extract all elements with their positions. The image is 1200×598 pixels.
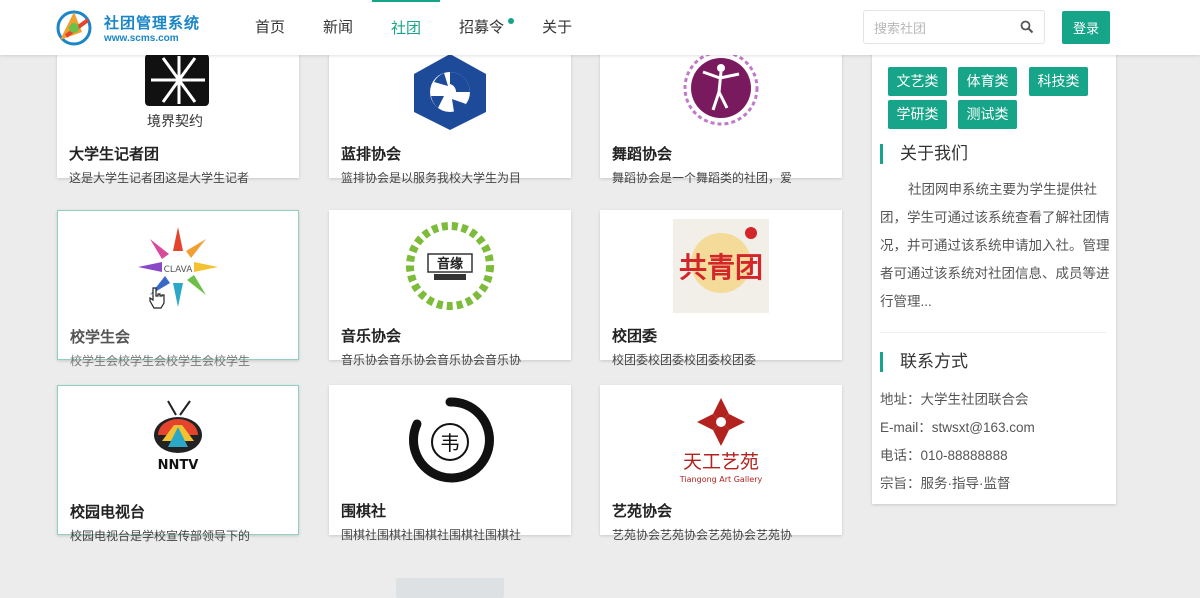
nav-recruit[interactable]: 招募令: [440, 0, 523, 55]
club-desc: 艺苑协会艺苑协会艺苑协会艺苑协: [612, 528, 793, 542]
contact-address: 地址：大学生社团联合会: [880, 392, 1029, 407]
gongqingtuan-text: 共青团: [679, 251, 763, 284]
clava-text: CLAVA: [164, 265, 194, 275]
club-logo: [329, 52, 571, 132]
club-name: 大学生记者团: [69, 146, 160, 163]
club-desc: 围棋社围棋社围棋社围棋社围棋社: [341, 528, 522, 542]
club-name: 艺苑协会: [612, 503, 673, 520]
category-tag[interactable]: 测试类: [958, 100, 1017, 129]
club-card[interactable]: 共青团 校团委 校团委校团委校团委校团委: [600, 210, 842, 367]
dancer-logo-icon: [683, 50, 759, 126]
club-logo: 共青团: [600, 216, 842, 316]
club-logo: CLAVA: [58, 217, 298, 317]
divider: [880, 332, 1106, 333]
club-card[interactable]: NNTV 校园电视台 校园电视台是学校宣传部领导下的: [57, 385, 299, 543]
club-desc: 校学生会校学生会校学生会校学生: [70, 354, 251, 368]
club-logo: 音缘: [329, 216, 571, 316]
logo-title: 社团管理系统: [104, 15, 201, 32]
club-card[interactable]: 音缘 音乐协会 音乐协会音乐协会音乐协会音乐协: [329, 210, 571, 367]
tiangong-subtext: Tiangong Art Gallery: [679, 475, 763, 484]
contact-title: 联系方式: [880, 352, 968, 372]
main-nav: 首页 新闻 社团 招募令 关于: [236, 0, 591, 55]
category-tag[interactable]: 科技类: [1029, 67, 1088, 96]
weiqi-text: 韦: [440, 431, 460, 455]
nav-home[interactable]: 首页: [236, 0, 304, 55]
nav-news[interactable]: 新闻: [304, 0, 372, 55]
club-desc: 校园电视台是学校宣传部领导下的: [70, 529, 251, 543]
contact-email: E-mail：stwsxt@163.com: [880, 420, 1035, 435]
nntv-logo-icon: NNTV: [154, 400, 202, 473]
nav-about[interactable]: 关于: [523, 0, 591, 55]
club-name: 围棋社: [341, 503, 387, 520]
category-tag[interactable]: 文艺类: [888, 67, 947, 96]
volleyball-logo-icon: [414, 54, 486, 130]
nav-clubs[interactable]: 社团: [372, 0, 441, 57]
top-navbar: 社团管理系统 www.scms.com 首页 新闻 社团 招募令 关于 登录: [0, 0, 1200, 55]
club-name: 音乐协会: [341, 328, 402, 345]
nntv-text: NNTV: [158, 458, 199, 473]
club-card[interactable]: CLAVA 校学生会 校学生会校学生会校学生会校学生: [57, 210, 299, 368]
club-desc: 舞蹈协会是一个舞蹈类的社团，爱: [612, 171, 793, 185]
club-logo: NNTV: [58, 392, 298, 492]
contact-phone: 电话：010-88888888: [880, 448, 1008, 463]
club-logo: [600, 48, 842, 132]
tiangong-art-logo-icon: 天工艺苑 Tiangong Art Gallery: [679, 398, 763, 484]
notification-dot: [508, 18, 515, 24]
club-logo: 天工艺苑 Tiangong Art Gallery: [600, 391, 842, 491]
club-desc: 这是大学生记者团这是大学生记者: [69, 171, 250, 185]
club-name: 舞蹈协会: [612, 146, 673, 163]
club-desc: 篮排协会是以服务我校大学生为目: [341, 171, 522, 185]
search-input[interactable]: [872, 17, 1016, 39]
club-card[interactable]: 韦 围棋社 围棋社围棋社围棋社围棋社围棋社: [329, 385, 571, 542]
site-logo[interactable]: 社团管理系统 www.scms.com: [52, 6, 212, 50]
about-title: 关于我们: [880, 144, 968, 164]
tiangong-text: 天工艺苑: [683, 451, 759, 473]
category-tag[interactable]: 体育类: [958, 67, 1017, 96]
category-tag[interactable]: 学研类: [888, 100, 947, 129]
clava-sunburst-logo-icon: CLAVA: [138, 227, 218, 307]
login-button[interactable]: 登录: [1062, 11, 1110, 44]
club-name: 校团委: [612, 328, 658, 345]
sidebar: 文艺类 体育类 科技类 学研类 测试类 关于我们 社团网申系统主要为学生提供社团…: [872, 24, 1116, 504]
search-box: [863, 10, 1045, 44]
club-card[interactable]: 天工艺苑 Tiangong Art Gallery 艺苑协会 艺苑协会艺苑协会艺…: [600, 385, 842, 542]
weiqi-brush-logo-icon: 韦: [409, 397, 494, 483]
club-name: 校学生会: [70, 329, 131, 346]
nav-recruit-label: 招募令: [459, 19, 505, 36]
club-desc: 音乐协会音乐协会音乐协会音乐协: [341, 353, 522, 367]
music-wreath-logo-icon: 音缘: [406, 222, 494, 310]
search-icon[interactable]: [1020, 20, 1034, 34]
club-logo-text: 境界契约: [147, 113, 203, 129]
club-name: 校园电视台: [70, 504, 146, 521]
club-desc: 校团委校团委校团委校团委: [612, 353, 757, 367]
about-text: 社团网申系统主要为学生提供社团，学生可通过该系统查看了解社团情况，并可通过该系统…: [880, 182, 1110, 309]
logo-mark-icon: [56, 10, 92, 46]
yinyuan-text: 音缘: [437, 256, 463, 272]
club-name: 蓝排协会: [341, 146, 402, 163]
gongqingtuan-logo-icon: 共青团: [673, 219, 769, 313]
club-logo: 韦: [329, 391, 571, 491]
contact-motto: 宗旨：服务·指导·监督: [880, 476, 1011, 491]
logo-url: www.scms.com: [104, 33, 179, 44]
pagination-button[interactable]: [396, 578, 504, 598]
hand-cursor-icon: [149, 287, 165, 309]
